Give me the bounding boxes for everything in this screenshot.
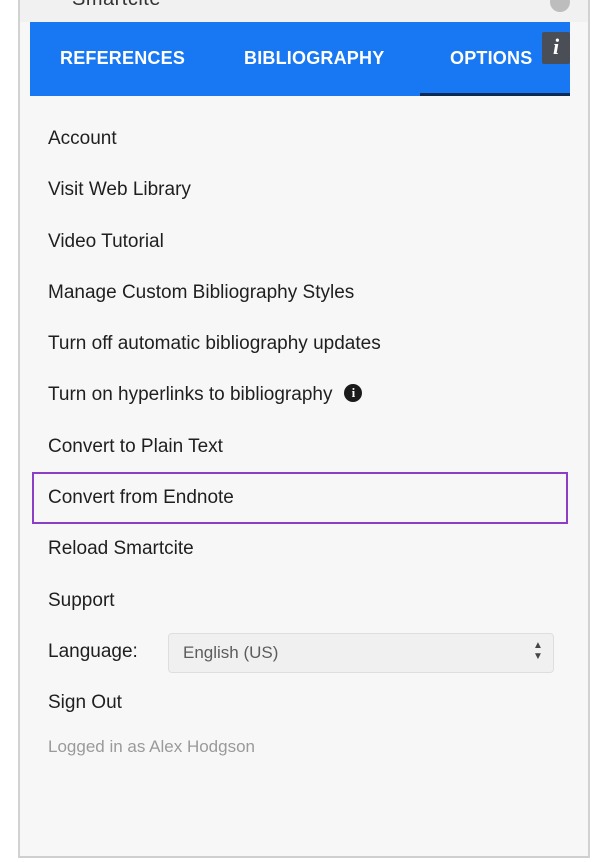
- info-icon[interactable]: i: [542, 32, 570, 64]
- active-tab-indicator: [420, 93, 570, 96]
- menu-item-label: Convert to Plain Text: [48, 435, 223, 457]
- menu-item-label: Account: [48, 128, 117, 149]
- tab-bibliography[interactable]: BIBLIOGRAPHY: [244, 22, 384, 96]
- menu-item-label: Sign Out: [48, 692, 122, 714]
- menu-item-video-tutorial[interactable]: Video Tutorial: [48, 216, 568, 267]
- logged-in-status: Logged in as Alex Hodgson: [48, 736, 255, 756]
- menu-item-label: Manage Custom Bibliography Styles: [48, 281, 355, 303]
- app-title: Smartcite: [72, 0, 161, 11]
- menu-item-hyperlinks[interactable]: Turn on hyperlinks to bibliography i: [48, 369, 568, 420]
- menu-item-support[interactable]: Support: [48, 575, 568, 626]
- tab-references[interactable]: REFERENCES: [60, 22, 185, 96]
- info-circle-icon[interactable]: i: [344, 384, 363, 403]
- language-row: Language: English (US) ▲ ▼: [48, 626, 568, 677]
- menu-item-label: Convert from Endnote: [48, 487, 234, 509]
- select-arrows-icon: ▲ ▼: [533, 639, 543, 662]
- panel-header-cut: Smartcite: [20, 0, 588, 22]
- language-select[interactable]: English (US) ▲ ▼: [168, 632, 554, 673]
- tab-options[interactable]: OPTIONS: [450, 22, 532, 96]
- menu-item-account[interactable]: Account: [48, 113, 568, 164]
- menu-item-label: Turn on hyperlinks to bibliography: [48, 384, 333, 406]
- language-label: Language:: [48, 640, 138, 662]
- menu-item-auto-updates[interactable]: Turn off automatic bibliography updates: [48, 318, 568, 369]
- header-icon: [550, 0, 570, 12]
- menu-item-label: Turn off automatic bibliography updates: [48, 333, 381, 355]
- menu-item-label: Video Tutorial: [48, 230, 164, 252]
- menu-item-label: Support: [48, 589, 115, 611]
- menu-item-label: Reload Smartcite: [48, 538, 194, 560]
- menu-item-visit-web-library[interactable]: Visit Web Library: [48, 164, 568, 215]
- options-menu: Account Visit Web Library Video Tutorial…: [32, 113, 568, 769]
- tab-bar: REFERENCES BIBLIOGRAPHY OPTIONS i: [30, 22, 570, 96]
- menu-item-manage-styles[interactable]: Manage Custom Bibliography Styles: [48, 267, 568, 318]
- menu-item-sign-out[interactable]: Sign Out: [48, 677, 568, 728]
- menu-item-convert-plain-text[interactable]: Convert to Plain Text: [48, 421, 568, 472]
- menu-item-convert-from-endnote[interactable]: Convert from Endnote: [32, 472, 568, 525]
- menu-item-label: Visit Web Library: [48, 179, 191, 201]
- language-value: English (US): [183, 642, 279, 662]
- menu-item-reload-smartcite[interactable]: Reload Smartcite: [48, 523, 568, 574]
